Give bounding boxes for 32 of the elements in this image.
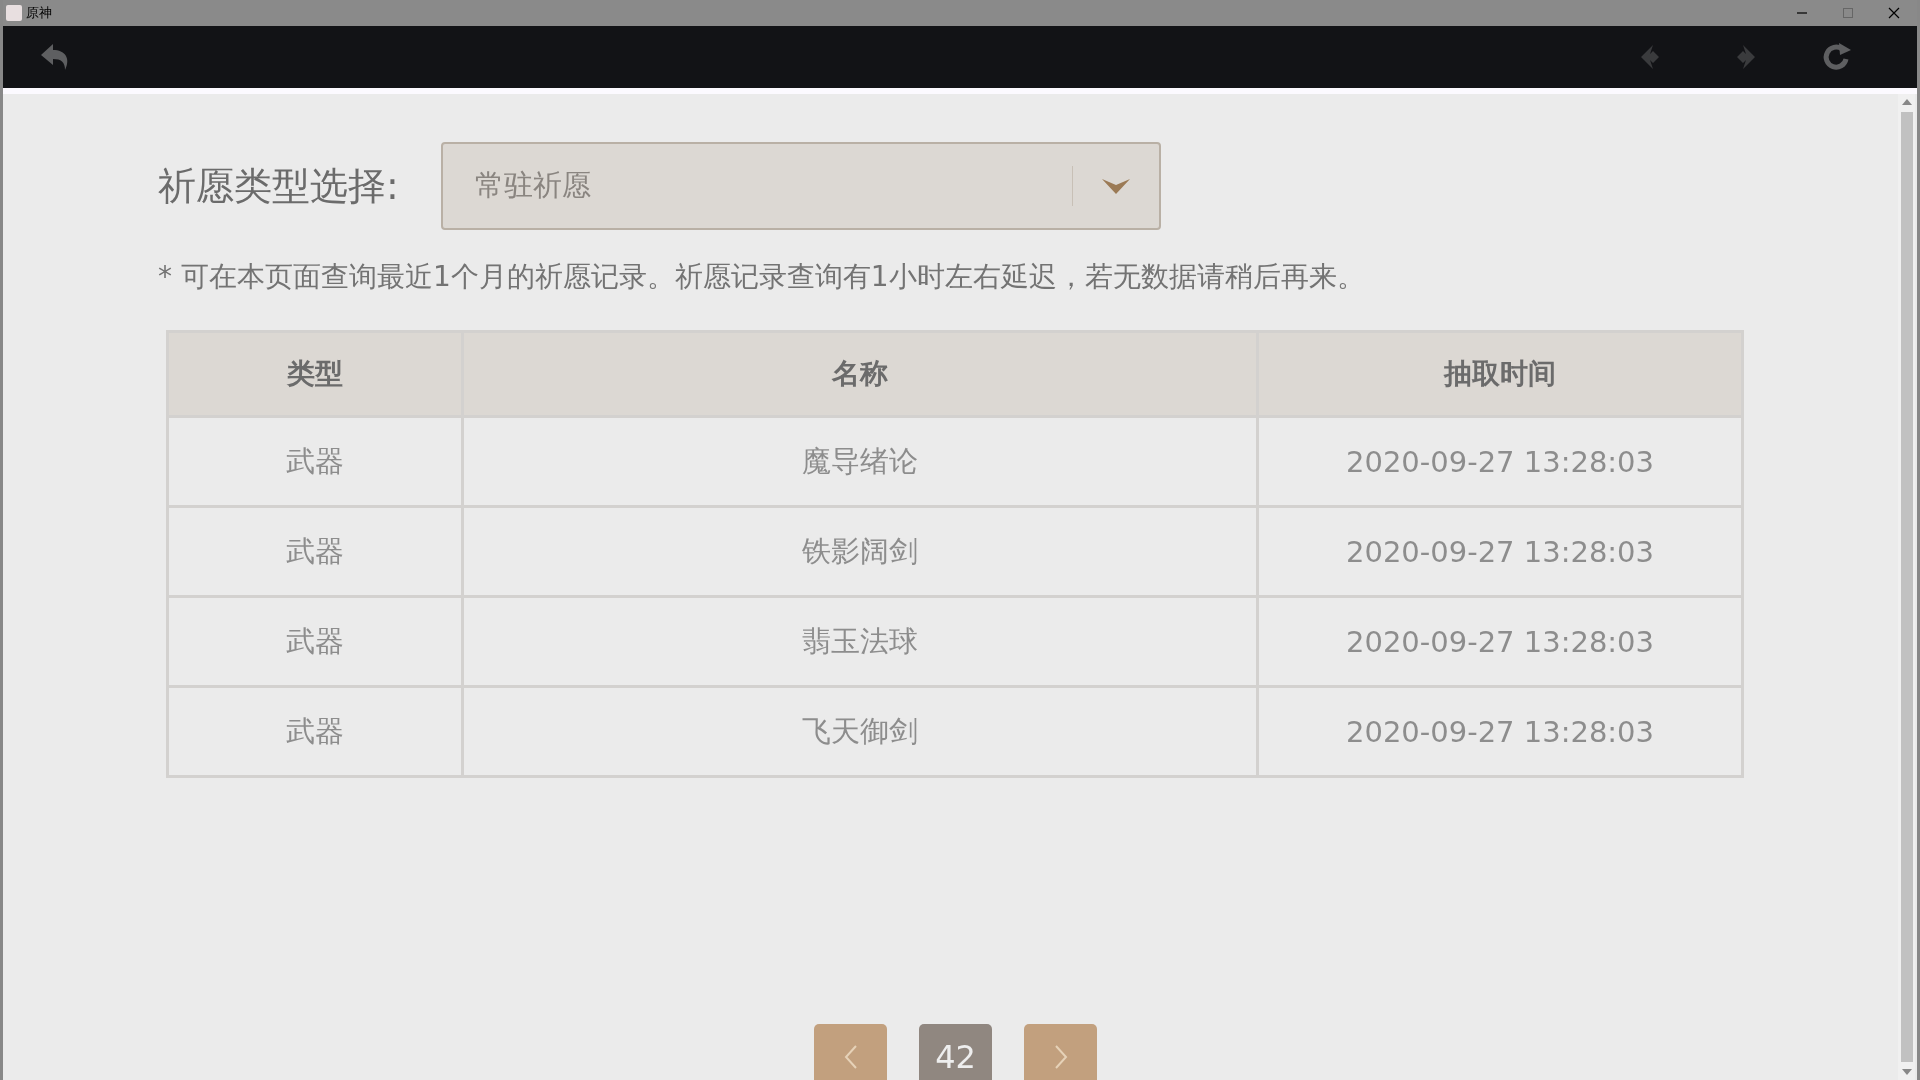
table-cell: 2020-09-27 13:28:03 bbox=[1257, 416, 1743, 507]
filter-label: 祈愿类型选择: bbox=[158, 162, 399, 210]
app-icon bbox=[6, 5, 22, 21]
table-cell: 武器 bbox=[167, 686, 463, 777]
previous-page-button[interactable] bbox=[814, 1024, 887, 1080]
table-cell: 铁影阔剑 bbox=[462, 506, 1258, 597]
column-header: 名称 bbox=[462, 331, 1258, 417]
table-cell: 武器 bbox=[167, 596, 463, 687]
table-cell: 飞天御剑 bbox=[462, 686, 1258, 777]
column-header: 类型 bbox=[167, 331, 463, 417]
chevron-right-icon bbox=[1052, 1044, 1069, 1070]
table-cell: 武器 bbox=[167, 506, 463, 597]
table-cell: 2020-09-27 13:28:03 bbox=[1257, 596, 1743, 687]
chevron-left-icon bbox=[842, 1044, 859, 1070]
column-header: 抽取时间 bbox=[1257, 331, 1743, 417]
scroll-up-icon[interactable] bbox=[1901, 98, 1912, 105]
refresh-icon[interactable] bbox=[1821, 41, 1853, 73]
table-cell: 2020-09-27 13:28:03 bbox=[1257, 506, 1743, 597]
scrollbar[interactable] bbox=[1898, 94, 1915, 1080]
next-page-button[interactable] bbox=[1024, 1024, 1097, 1080]
page-number: 42 bbox=[919, 1024, 992, 1080]
close-icon bbox=[1887, 6, 1901, 20]
maximize-icon bbox=[1841, 6, 1855, 20]
table-cell: 魔导绪论 bbox=[462, 416, 1258, 507]
table-cell: 翡玉法球 bbox=[462, 596, 1258, 687]
table-cell: 2020-09-27 13:28:03 bbox=[1257, 686, 1743, 777]
window-title: 原神 bbox=[26, 4, 52, 22]
scroll-down-icon[interactable] bbox=[1901, 1069, 1912, 1076]
chevron-down-icon bbox=[1100, 176, 1131, 196]
notice-text: * 可在本页面查询最近1个月的祈愿记录。祈愿记录查询有1小时左右延迟，若无数据请稍后再来。 bbox=[158, 259, 1366, 295]
table-cell: 武器 bbox=[167, 416, 463, 507]
wish-type-dropdown[interactable]: 常驻祈愿 bbox=[440, 142, 1161, 230]
